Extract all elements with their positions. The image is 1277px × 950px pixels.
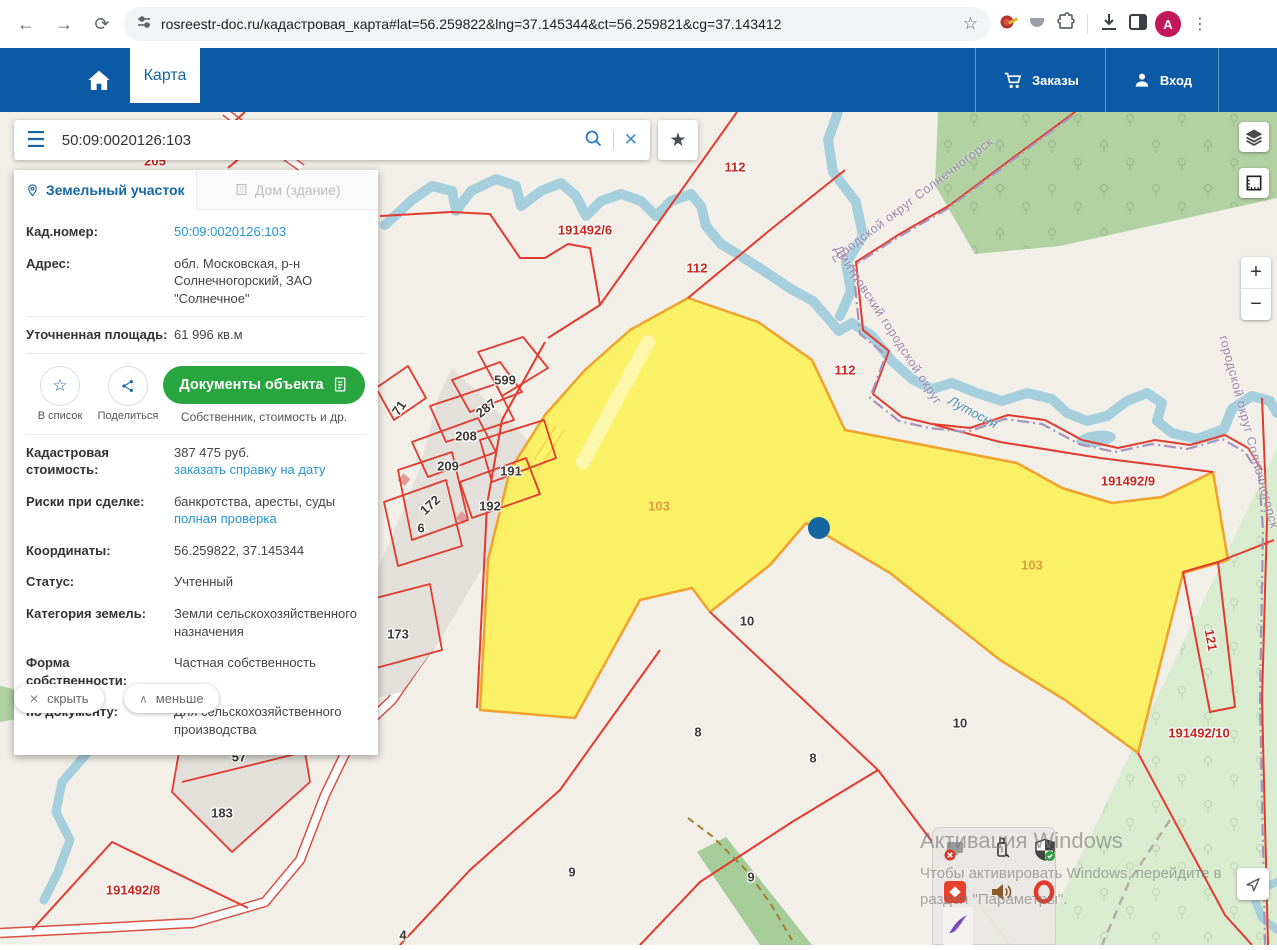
collapse-panel-button[interactable]: ∧ меньше [124,684,219,713]
extensions-puzzle-icon[interactable] [1054,10,1078,39]
share-icon [120,378,136,394]
object-documents-button[interactable]: Документы объекта [163,366,364,404]
url-text[interactable]: rosreestr-doc.ru/кадастровая_карта#lat=5… [161,16,954,32]
home-icon [84,65,114,95]
add-to-list-button[interactable]: ☆ [40,366,80,406]
geolocate-button[interactable] [1237,868,1269,900]
search-input[interactable] [60,131,583,150]
site-info-icon[interactable] [136,14,152,35]
home-button[interactable] [72,48,126,112]
row-category: Категория земель: Земли сельскохозяйстве… [26,598,366,647]
bookmark-star-icon[interactable]: ☆ [963,14,978,34]
parcel-info-panel: Земельный участок Дом (здание) Кад.номер… [14,170,378,755]
search-bar: ☰ ✕ [14,120,650,160]
star-icon: ★ [669,129,686,152]
panel-actions: ☆ В список Поделиться Документы объекта … [26,356,366,432]
site-header: Карта Заказы Вход [0,48,1277,112]
system-tray-popup [932,827,1056,945]
favorites-button[interactable]: ★ [658,120,698,160]
usb-device-icon[interactable] [989,835,1015,861]
location-pin-icon [25,183,40,198]
wax-seal-extension-icon[interactable] [996,10,1020,39]
back-button[interactable]: ← [10,8,42,40]
extension-icon[interactable] [1025,10,1049,39]
layers-icon [1244,127,1264,147]
red-app-icon[interactable] [942,879,968,905]
user-icon [1132,70,1152,90]
browser-menu-button[interactable]: ⋮ [1186,14,1214,34]
sidebar-button[interactable] [1126,10,1150,39]
selected-point-marker [808,517,830,539]
search-icon[interactable] [583,128,603,153]
building-icon [234,182,249,197]
row-risks: Риски при сделке: банкротства, аресты, с… [26,486,366,535]
menu-icon[interactable]: ☰ [26,127,46,153]
url-bar[interactable]: rosreestr-doc.ru/кадастровая_карта#lat=5… [124,7,990,41]
row-status: Статус: Учтенный [26,566,366,598]
cart-icon [1002,69,1024,91]
reload-button[interactable]: ⟳ [86,8,118,40]
tab-map[interactable]: Карта [130,48,200,103]
browser-toolbar: ← → ⟳ rosreestr-doc.ru/кадастровая_карта… [0,0,1277,48]
zoom-controls: + − [1241,257,1271,320]
zoom-in-button[interactable]: + [1241,257,1271,289]
opera-icon[interactable] [1031,879,1057,905]
login-button[interactable]: Вход [1105,48,1219,112]
geolocation-arrow-icon [1244,875,1262,893]
feather-icon[interactable] [945,911,971,937]
document-icon [332,376,349,393]
star-outline-icon: ☆ [52,376,67,396]
row-area: Уточненная площадь: 61 996 кв.м [26,319,366,351]
tab-land-parcel[interactable]: Земельный участок [14,170,196,210]
shield-check-icon[interactable] [1032,837,1058,863]
cost-certificate-link[interactable]: заказать справку на дату [174,461,326,479]
panel-tabs: Земельный участок Дом (здание) [14,170,378,210]
row-cost: Кадастровая стоимость: 387 475 руб.заказ… [26,437,366,486]
layers-button[interactable] [1239,122,1269,152]
share-button[interactable] [108,366,148,406]
row-cad-number: Кад.номер: 50:09:0020126:103 [26,216,366,248]
search-divider [613,130,614,150]
tab-building[interactable]: Дом (здание) [196,170,379,210]
row-address: Адрес: обл. Московская, р-н Солнечногорс… [26,248,366,315]
forward-button[interactable]: → [48,8,80,40]
cad-number-link[interactable]: 50:09:0020126:103 [174,223,286,241]
orders-button[interactable]: Заказы [975,48,1105,112]
measure-button[interactable] [1239,168,1269,198]
toolbar-divider [1087,14,1088,34]
clear-search-icon[interactable]: ✕ [624,130,638,150]
measure-icon [1244,173,1264,193]
row-coordinates: Координаты: 56.259822, 37.145344 [26,535,366,567]
download-button[interactable] [1097,10,1121,39]
profile-avatar[interactable]: A [1155,11,1181,37]
speaker-icon[interactable] [988,879,1014,905]
network-error-icon[interactable] [942,837,968,863]
zoom-out-button[interactable]: − [1241,289,1271,320]
hide-panel-button[interactable]: ✕ скрыть [14,684,104,713]
close-icon: ✕ [29,692,39,706]
full-check-link[interactable]: полная проверка [174,510,335,528]
chevron-up-icon: ∧ [139,692,148,706]
